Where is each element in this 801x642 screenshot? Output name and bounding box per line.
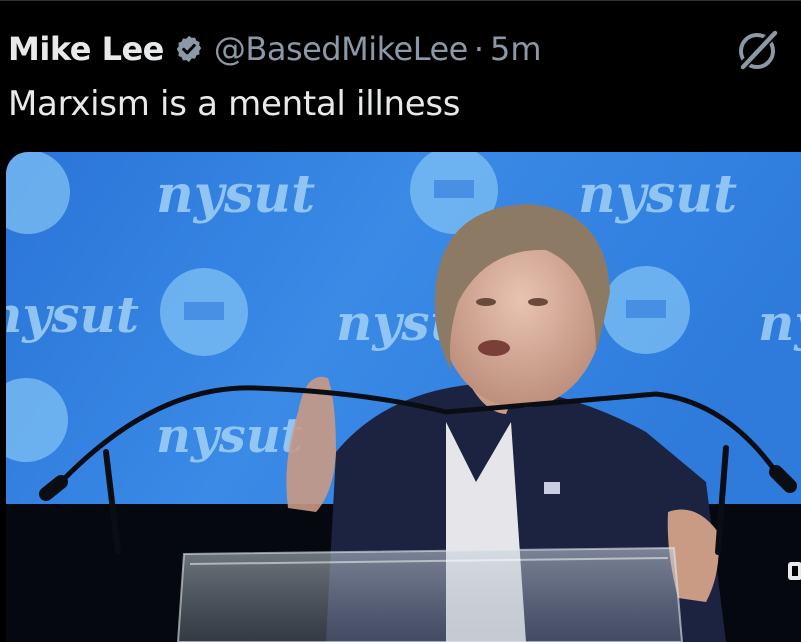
- separator-dot: ·: [473, 30, 484, 68]
- verified-badge-icon[interactable]: [174, 34, 204, 64]
- grok-icon[interactable]: [735, 27, 781, 73]
- svg-text:nysut: nysut: [6, 285, 139, 344]
- tweet-text: Marxism is a mental illness: [8, 84, 461, 124]
- author-handle[interactable]: @BasedMikeLee: [214, 30, 468, 68]
- timestamp[interactable]: 5m: [490, 30, 542, 68]
- video-control-icon[interactable]: [788, 562, 801, 580]
- tweet-media-video[interactable]: nysut nysut nysut nysut nysut nysut: [6, 152, 801, 642]
- author-name[interactable]: Mike Lee: [8, 30, 164, 68]
- svg-text:nysut: nysut: [758, 293, 801, 352]
- svg-text:nysut: nysut: [578, 164, 737, 225]
- top-divider: [0, 0, 801, 1]
- svg-text:nysut: nysut: [156, 408, 303, 464]
- tweet-header: Mike Lee @BasedMikeLee · 5m: [8, 24, 542, 74]
- svg-text:nysut: nysut: [156, 164, 315, 225]
